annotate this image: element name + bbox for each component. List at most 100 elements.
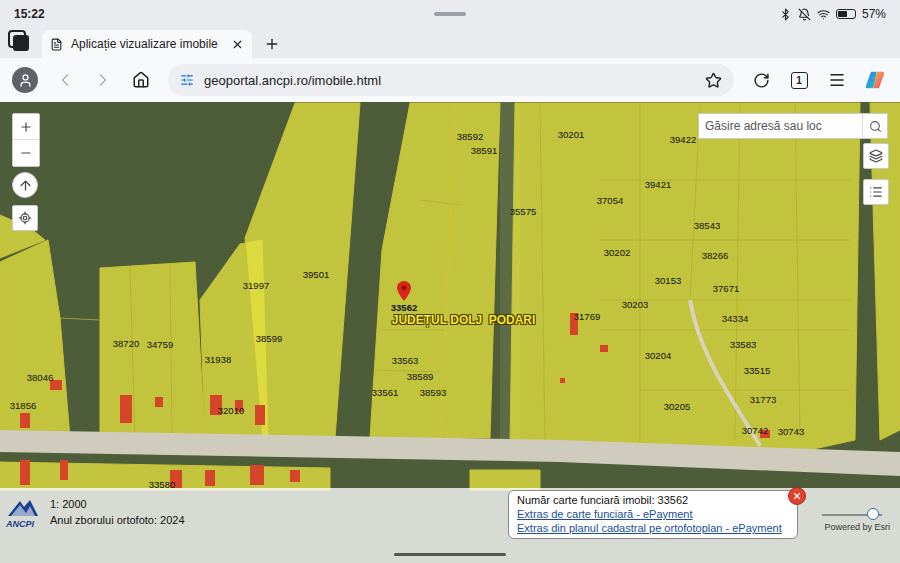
parcel-shape[interactable]: [440, 103, 500, 438]
parcel-label[interactable]: 34334: [722, 313, 748, 324]
building: [60, 460, 68, 480]
star-icon[interactable]: [705, 72, 722, 89]
locate-button[interactable]: [12, 205, 38, 231]
parcel-label[interactable]: 33562: [391, 302, 417, 313]
back-icon: [55, 70, 75, 90]
legend-button[interactable]: [863, 179, 889, 205]
parcel-shape[interactable]: [470, 470, 540, 490]
parcel-label[interactable]: 38046: [27, 372, 53, 383]
menu-button[interactable]: [820, 63, 854, 97]
building: [120, 395, 132, 423]
compass-button[interactable]: [12, 172, 38, 198]
parcel-label[interactable]: 33583: [730, 339, 756, 350]
selected-pin: [397, 281, 411, 301]
user-icon: [18, 73, 33, 88]
parcel-label[interactable]: 31997: [243, 280, 269, 291]
parcel-label[interactable]: 31856: [10, 400, 36, 411]
slider-thumb[interactable]: [867, 508, 879, 520]
search-input[interactable]: [699, 119, 862, 133]
parcel-shape[interactable]: [510, 103, 860, 452]
parcel-label[interactable]: 30203: [622, 299, 648, 310]
map-footer-right: Powered by Esri: [798, 490, 900, 532]
popup-link[interactable]: Extras din planul cadastral pe ortofotop…: [517, 522, 789, 534]
zoom-in-button[interactable]: [13, 114, 39, 140]
status-icons: 57%: [466, 7, 886, 21]
parcel-label[interactable]: 30742: [742, 425, 768, 436]
reload-icon: [753, 72, 770, 89]
parcel-label[interactable]: 39501: [303, 269, 329, 280]
reload-button[interactable]: [744, 63, 778, 97]
menu-icon: [828, 71, 846, 89]
parcel-label[interactable]: 33561: [372, 387, 398, 398]
logo-text: ANCPI: [6, 519, 34, 529]
parcel-boundary: [640, 103, 641, 450]
parcel-label[interactable]: 33563: [392, 355, 418, 366]
building: [250, 465, 264, 485]
parcel-label[interactable]: 37054: [597, 195, 623, 206]
close-tab-icon[interactable]: [231, 38, 244, 51]
parcel-shape[interactable]: [245, 103, 360, 438]
map-ground: [0, 102, 900, 563]
battery-level: 57%: [862, 7, 886, 21]
parcel-label[interactable]: 38599: [256, 333, 282, 344]
parcel-label[interactable]: 30201: [558, 129, 584, 140]
popup-link[interactable]: Extras de carte funciară - ePayment: [517, 508, 789, 520]
parcel-label[interactable]: 34759: [147, 339, 173, 350]
search-box: [698, 113, 888, 139]
parcel-label[interactable]: 30205: [664, 401, 690, 412]
tab-count-button[interactable]: 1: [782, 63, 816, 97]
parcel-label[interactable]: 38720: [113, 338, 139, 349]
ancpi-logo: ANCPI: [6, 498, 40, 529]
parcel-label[interactable]: 39421: [645, 179, 671, 190]
parcel-label[interactable]: 38592: [457, 131, 483, 142]
browser-tab[interactable]: Aplicație vizualizare imobile: [42, 30, 252, 58]
parcel-shape[interactable]: [0, 240, 70, 438]
road: [0, 430, 900, 476]
forward-button[interactable]: [86, 63, 120, 97]
parcel-label[interactable]: 30202: [604, 247, 630, 258]
parcel-shape[interactable]: [370, 103, 455, 438]
parcel-label[interactable]: 38266: [702, 250, 728, 261]
map-pin-icon: [397, 281, 411, 301]
parcel-boundary: [600, 240, 850, 241]
site-info-icon[interactable]: [180, 73, 194, 87]
parcel-label[interactable]: 31938: [205, 354, 231, 365]
parcel-label[interactable]: 38591: [471, 145, 497, 156]
popup-close-button[interactable]: [788, 487, 806, 505]
new-tab-button[interactable]: [258, 30, 286, 58]
parcel-label[interactable]: 31773: [750, 394, 776, 405]
opacity-slider[interactable]: [822, 514, 882, 516]
tab-switcher[interactable]: [6, 28, 36, 58]
parcel-label[interactable]: 33515: [744, 365, 770, 376]
mute-icon: [798, 8, 811, 21]
parcel-label[interactable]: 37671: [713, 283, 739, 294]
back-button[interactable]: [48, 63, 82, 97]
home-button[interactable]: [124, 63, 158, 97]
parcel-label[interactable]: 32010: [218, 405, 244, 416]
parcel-shape[interactable]: [0, 462, 330, 490]
parcel-boundary: [380, 330, 445, 331]
parcel-label[interactable]: 38593: [420, 387, 446, 398]
map-info: ANCPI1: 2000Anul zborului ortofoto: 2024: [0, 490, 508, 529]
parcel-shape[interactable]: [100, 262, 205, 438]
address-bar: geoportal.ancpi.ro/imobile.html 1: [0, 58, 900, 102]
profile-button[interactable]: [12, 67, 38, 93]
parcel-label[interactable]: 30743: [778, 426, 804, 437]
parcel-label[interactable]: 30153: [655, 275, 681, 286]
parcel-label[interactable]: 30204: [645, 350, 671, 361]
building: [20, 413, 30, 428]
parcel-label[interactable]: 38589: [407, 371, 433, 382]
browser-window: 15:2257%Aplicație vizualizare imobilegeo…: [0, 0, 900, 563]
search-button[interactable]: [862, 114, 887, 138]
parcel-label[interactable]: 31769: [574, 311, 600, 322]
map-view[interactable]: 38592 38591 30201 39422 39421 37054 35575 38543…: [0, 102, 900, 563]
url-field[interactable]: geoportal.ancpi.ro/imobile.html: [168, 64, 734, 96]
layers-button[interactable]: [863, 143, 889, 169]
parcel-label[interactable]: 38543: [694, 220, 720, 231]
copilot-button[interactable]: [858, 63, 892, 97]
layers-icon: [869, 149, 883, 163]
parcel-label[interactable]: 39422: [670, 134, 696, 145]
forward-icon: [93, 70, 113, 90]
parcel-label[interactable]: 35575: [510, 206, 536, 217]
zoom-out-button[interactable]: [13, 140, 39, 166]
